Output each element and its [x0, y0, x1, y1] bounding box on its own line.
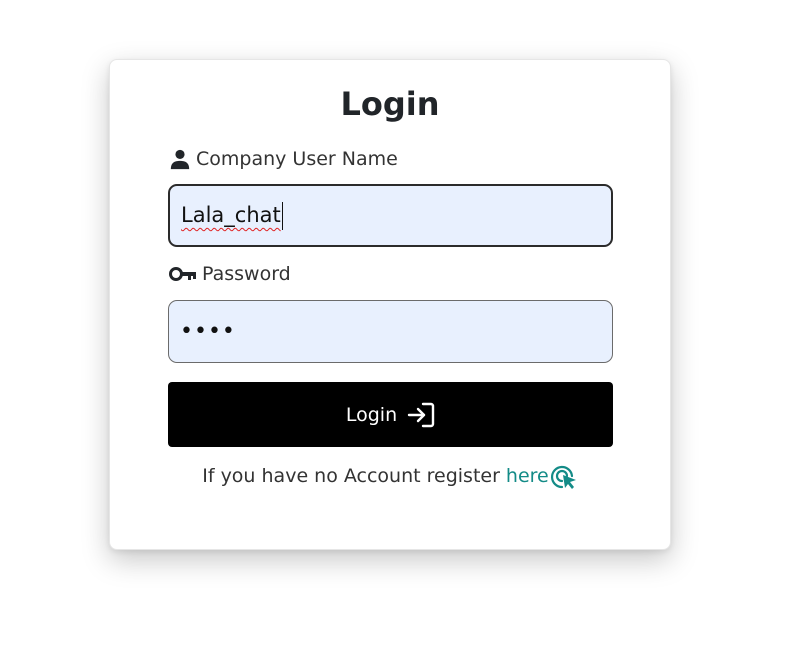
username-label-row: Company User Name [169, 146, 398, 172]
password-input[interactable] [168, 300, 613, 363]
username-label: Company User Name [196, 148, 398, 170]
login-card: Login Company User Name Lala_chat Passwo… [109, 59, 671, 550]
login-button[interactable]: Login [168, 382, 613, 447]
register-link[interactable]: here [506, 462, 578, 490]
register-text: If you have no Account register [202, 465, 500, 487]
register-prompt: If you have no Account register here [110, 461, 670, 491]
key-icon [169, 265, 197, 283]
password-label: Password [202, 263, 291, 285]
page: Login Company User Name Lala_chat Passwo… [0, 0, 804, 646]
person-icon [169, 148, 191, 170]
login-button-label: Login [345, 403, 398, 426]
sign-in-arrow-icon [407, 402, 435, 428]
password-label-row: Password [169, 261, 291, 287]
register-link-label: here [505, 465, 549, 487]
username-input[interactable] [168, 184, 613, 247]
login-title: Login [340, 85, 440, 123]
cursor-click-icon [550, 464, 578, 490]
